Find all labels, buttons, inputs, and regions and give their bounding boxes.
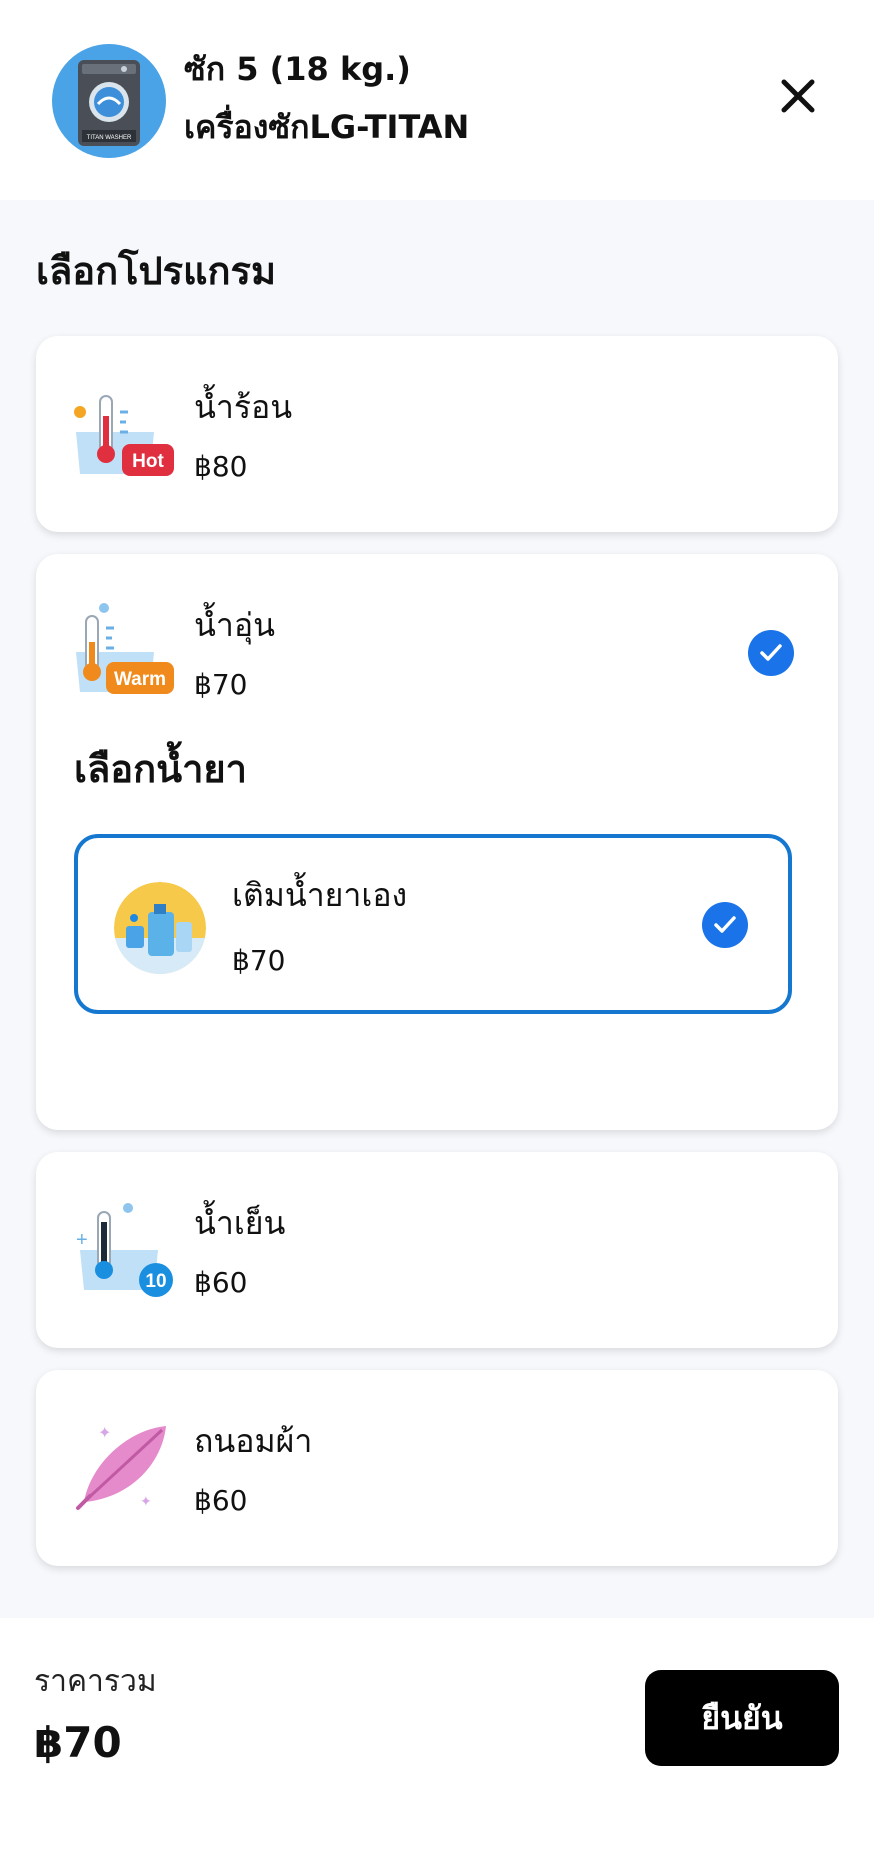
svg-text:10: 10 xyxy=(145,1271,166,1292)
program-price: ฿60 xyxy=(194,1266,248,1299)
confirm-button[interactable]: ยืนยัน xyxy=(645,1670,839,1766)
detergent-option-self[interactable]: เติมน้ำยาเอง ฿70 xyxy=(74,834,792,1014)
detergent-price: ฿70 xyxy=(232,944,286,977)
program-list-section: เลือกโปรแกรม Hot น้ำร้อน ฿80 Warm น้ำอุ่… xyxy=(0,200,874,1618)
program-price: ฿60 xyxy=(194,1484,248,1517)
selected-check xyxy=(702,902,748,948)
program-card-warm[interactable]: Warm น้ำอุ่น ฿70 เลือกน้ำยา เติมน้ำยาเอง… xyxy=(36,554,838,1130)
program-card-softener[interactable]: ✦ ✦ ถนอมผ้า ฿60 xyxy=(36,1370,838,1566)
close-button[interactable] xyxy=(770,68,826,124)
washing-machine-icon: TITAN WASHER xyxy=(52,44,166,158)
program-name: ถนอมผ้า xyxy=(194,1422,313,1460)
header: TITAN WASHER ซัก 5 (18 kg.) เครื่องซักLG… xyxy=(0,0,874,200)
program-name: น้ำเย็น xyxy=(194,1204,286,1242)
detergent-icon xyxy=(114,882,206,974)
svg-text:+: + xyxy=(76,1229,88,1251)
program-name: น้ำร้อน xyxy=(194,388,293,426)
total-price: ฿70 xyxy=(34,1718,122,1767)
hot-water-icon: Hot xyxy=(70,382,174,486)
machine-size: ซัก 5 (18 kg.) xyxy=(184,50,411,88)
warm-water-icon: Warm xyxy=(70,600,174,704)
program-card-cold[interactable]: + 10 น้ำเย็น ฿60 xyxy=(36,1152,838,1348)
svg-text:✦: ✦ xyxy=(140,1493,152,1509)
machine-model: เครื่องซักLG-TITAN xyxy=(184,108,470,146)
check-icon xyxy=(760,644,782,661)
detergent-title: เลือกน้ำยา xyxy=(74,747,248,791)
total-label: ราคารวม xyxy=(34,1664,157,1699)
svg-text:TITAN WASHER: TITAN WASHER xyxy=(87,135,132,141)
svg-text:✦: ✦ xyxy=(98,1425,111,1442)
svg-text:Warm: Warm xyxy=(114,669,166,690)
cold-water-icon: + 10 xyxy=(70,1198,174,1302)
footer: ราคารวม ฿70 ยืนยัน xyxy=(0,1618,874,1874)
detergent-name: เติมน้ำยาเอง xyxy=(232,876,408,914)
section-title: เลือกโปรแกรม xyxy=(36,249,277,293)
program-name: น้ำอุ่น xyxy=(194,606,275,644)
program-price: ฿80 xyxy=(194,450,248,483)
close-icon xyxy=(781,79,815,113)
svg-text:Hot: Hot xyxy=(132,451,164,472)
selected-check xyxy=(748,630,794,676)
program-price: ฿70 xyxy=(194,668,248,701)
program-card-hot[interactable]: Hot น้ำร้อน ฿80 xyxy=(36,336,838,532)
check-icon xyxy=(714,916,736,933)
feather-icon: ✦ ✦ xyxy=(70,1416,174,1520)
